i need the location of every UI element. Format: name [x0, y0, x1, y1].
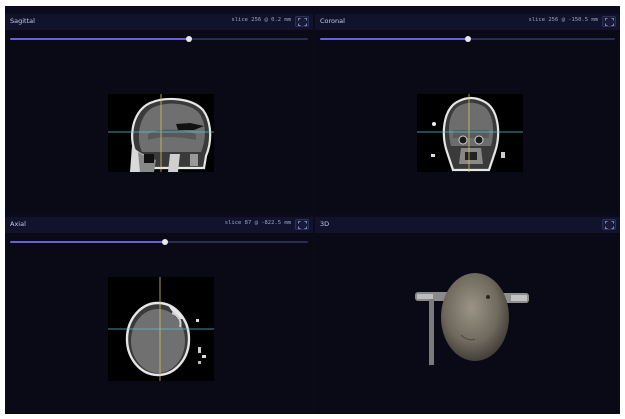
sagittal-panel: Sagittal slice 256 @ 0.2 mm	[5, 14, 313, 215]
3d-header: 3D	[315, 217, 620, 233]
axial-viewport[interactable]	[108, 277, 214, 381]
coronal-fullscreen-button[interactable]	[602, 16, 616, 27]
coronal-slice-slider[interactable]	[320, 36, 615, 42]
slider-thumb[interactable]	[161, 239, 168, 245]
sagittal-fullscreen-button[interactable]	[295, 16, 309, 27]
fullscreen-icon	[298, 221, 307, 229]
fullscreen-icon	[605, 221, 614, 229]
sagittal-title: Sagittal	[10, 17, 35, 25]
coronal-panel: Coronal slice 256 @ -150.5 mm	[315, 14, 620, 215]
axial-title: Axial	[10, 220, 26, 228]
axial-crosshair	[108, 277, 214, 381]
slider-fill	[10, 38, 189, 40]
3d-volume-render	[415, 273, 529, 365]
sagittal-slice-info: slice 256 @ 0.2 mm	[231, 17, 291, 23]
coronal-crosshair	[417, 94, 523, 172]
coronal-title: Coronal	[320, 17, 345, 25]
3d-viewport[interactable]	[415, 267, 531, 377]
sagittal-header: Sagittal slice 256 @ 0.2 mm	[5, 14, 313, 30]
sagittal-slice-slider[interactable]	[10, 36, 308, 42]
slider-fill	[320, 38, 468, 40]
slider-fill	[10, 241, 165, 243]
3d-fullscreen-button[interactable]	[602, 219, 616, 230]
coronal-slice-info: slice 256 @ -150.5 mm	[528, 17, 598, 23]
slider-thumb[interactable]	[185, 36, 192, 42]
coronal-viewport[interactable]	[417, 94, 523, 172]
axial-slice-info: slice 87 @ -822.5 mm	[224, 220, 291, 226]
viewer-app: Sagittal slice 256 @ 0.2 mm Coronal slic…	[5, 6, 620, 414]
axial-slice-slider[interactable]	[10, 239, 308, 245]
coronal-header: Coronal slice 256 @ -150.5 mm	[315, 14, 620, 30]
sagittal-viewport[interactable]	[108, 94, 214, 172]
3d-title: 3D	[320, 220, 330, 228]
axial-header: Axial slice 87 @ -822.5 mm	[5, 217, 313, 233]
axial-fullscreen-button[interactable]	[295, 219, 309, 230]
3d-panel: 3D	[315, 217, 620, 414]
fullscreen-icon	[605, 18, 614, 26]
fullscreen-icon	[298, 18, 307, 26]
sagittal-crosshair	[108, 94, 214, 172]
slider-thumb[interactable]	[464, 36, 471, 42]
axial-panel: Axial slice 87 @ -822.5 mm	[5, 217, 313, 414]
